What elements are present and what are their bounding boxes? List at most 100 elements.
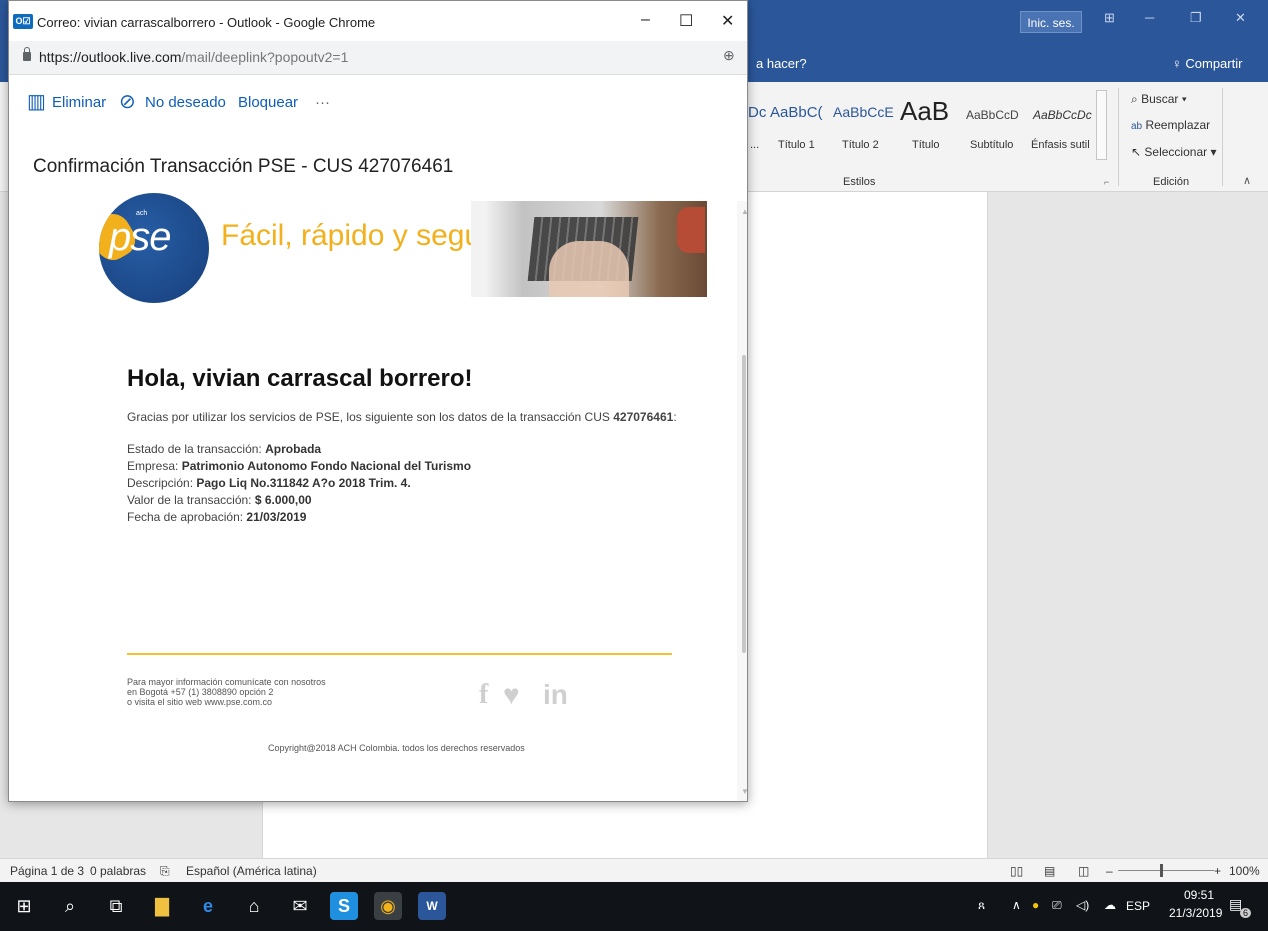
word-count[interactable]: 0 palabras <box>90 864 146 878</box>
windows-start-icon[interactable]: ⊞ <box>10 892 38 920</box>
ribbon-display-icon[interactable]: ⊞ <box>1104 10 1115 26</box>
cloud-icon[interactable]: ☁ <box>1104 898 1116 912</box>
style-sample-partial[interactable]: Dc <box>748 104 766 121</box>
scroll-down-icon[interactable]: ▼ <box>741 787 749 796</box>
style-name-subtitle: Subtítulo <box>970 139 1014 151</box>
delete-button[interactable]: Eliminar <box>52 94 106 111</box>
close-icon[interactable]: ✕ <box>1235 10 1246 26</box>
network-icon[interactable]: ⎚ <box>1052 898 1062 913</box>
trash-icon[interactable]: ▥ <box>27 89 46 114</box>
zoom-in-button[interactable]: + <box>1214 864 1221 878</box>
task-view-icon[interactable]: ⧉ <box>102 892 130 920</box>
detail-company: Empresa: Patrimonio Autonomo Fondo Nacio… <box>127 459 472 473</box>
footer-contact: Para mayor información comunícate con no… <box>127 677 326 707</box>
tell-me-text[interactable]: a hacer? <box>756 56 807 71</box>
popup-maximize-icon[interactable]: ☐ <box>679 11 693 31</box>
footer-divider <box>127 653 672 655</box>
replace-icon: ab <box>1131 121 1143 132</box>
chrome-icon[interactable]: ◉ <box>374 892 402 920</box>
more-options-button[interactable]: ··· <box>315 94 330 111</box>
read-mode-icon[interactable]: ▯▯ <box>1010 864 1023 878</box>
zoom-out-button[interactable]: – <box>1106 864 1113 878</box>
select-button[interactable]: ↖ Seleccionar ▾ <box>1131 145 1216 159</box>
style-name-heading1: Título 1 <box>778 139 815 151</box>
signin-button[interactable]: Inic. ses. <box>1020 11 1082 33</box>
notification-count: 6 <box>1240 908 1252 918</box>
detail-amount: Valor de la transacción: $ 6.000,00 <box>127 493 312 507</box>
style-sample-subtle-emphasis[interactable]: AaBbCcDc <box>1033 108 1092 122</box>
pse-logo-text: pse <box>109 215 171 259</box>
style-name-heading2: Título 2 <box>842 139 879 151</box>
taskbar: ⊞ ⌕ ⧉ ▇ e ⌂ ✉ S ◉ W ጸ ∧ ● ⎚ ◁) ☁ ESP 09:… <box>0 882 1268 931</box>
collapse-ribbon-icon[interactable]: ∧ <box>1243 174 1251 187</box>
zoom-magnifier-icon[interactable]: ⊕ <box>723 47 735 64</box>
block-button[interactable]: Bloquear <box>238 94 298 111</box>
find-button[interactable]: ⌕ Buscar ▾ <box>1131 92 1187 107</box>
detail-description: Descripción: Pago Liq No.311842 A?o 2018… <box>127 476 411 490</box>
style-name-partial: ... <box>750 139 760 151</box>
url-text[interactable]: https://outlook.live.com/mail/deeplink?p… <box>39 49 348 65</box>
outlook-popup-window: O☑ Correo: vivian carrascalborrero - Out… <box>8 0 749 802</box>
style-name-title: Título <box>912 139 940 151</box>
popup-close-icon[interactable]: ✕ <box>721 11 734 31</box>
style-sample-heading1[interactable]: AaBbC( <box>770 104 823 121</box>
coffee-cup-image <box>677 207 705 253</box>
cursor-icon: ↖ <box>1131 145 1142 159</box>
share-label: Compartir <box>1185 56 1243 71</box>
mail-icon[interactable]: ✉ <box>286 892 314 920</box>
proofing-icon[interactable]: ⎘ <box>160 864 170 879</box>
twitter-icon[interactable]: ♥ <box>503 679 520 711</box>
store-icon[interactable]: ⌂ <box>240 892 268 920</box>
popup-minimize-icon[interactable]: – <box>641 11 650 29</box>
editing-group-label: Edición <box>1153 176 1190 188</box>
scroll-up-icon[interactable]: ▲ <box>741 207 749 216</box>
style-sample-heading2[interactable]: AaBbCcE <box>833 104 894 120</box>
web-layout-icon[interactable]: ◫ <box>1078 864 1089 878</box>
zoom-slider-track[interactable] <box>1118 870 1214 871</box>
skype-icon[interactable]: S <box>330 892 358 920</box>
email-intro: Gracias por utilizar los servicios de PS… <box>127 410 677 424</box>
detail-status: Estado de la transacción: Aprobada <box>127 442 322 456</box>
message-scroll-thumb[interactable] <box>742 355 746 653</box>
minimize-icon[interactable]: ─ <box>1145 10 1154 25</box>
detail-approval-date: Fecha de aprobación: 21/03/2019 <box>127 510 307 524</box>
edge-icon[interactable]: e <box>194 892 222 920</box>
page-count[interactable]: Página 1 de 3 <box>10 864 84 878</box>
language-status[interactable]: Español (América latina) <box>186 864 317 878</box>
input-language[interactable]: ESP <box>1126 899 1150 913</box>
people-icon[interactable]: ጸ <box>978 898 985 913</box>
print-layout-icon[interactable]: ▤ <box>1044 864 1055 878</box>
style-name-subtle-emphasis: Énfasis sutil <box>1031 139 1090 151</box>
ribbon-divider <box>1222 88 1223 186</box>
typing-hands-image <box>549 241 629 297</box>
zoom-slider-thumb[interactable] <box>1160 864 1163 877</box>
tray-expand-icon[interactable]: ∧ <box>1012 898 1021 912</box>
search-icon: ⌕ <box>1131 92 1138 106</box>
share-button[interactable]: ♀ Compartir <box>1172 56 1242 71</box>
volume-icon[interactable]: ◁) <box>1076 898 1089 912</box>
lock-icon[interactable] <box>23 47 31 61</box>
style-sample-title[interactable]: AaB <box>900 96 949 127</box>
clock-time[interactable]: 09:51 <box>1184 888 1214 902</box>
styles-gallery-scroll[interactable] <box>1096 90 1107 160</box>
app-tray-icon[interactable]: ● <box>1032 898 1039 912</box>
search-icon[interactable]: ⌕ <box>56 892 84 920</box>
replace-button[interactable]: ab Reemplazar <box>1131 118 1210 132</box>
zoom-level[interactable]: 100% <box>1229 864 1260 878</box>
styles-group-label: Estilos <box>843 176 876 188</box>
person-icon: ♀ <box>1172 56 1182 71</box>
word-icon[interactable]: W <box>418 892 446 920</box>
pse-slogan: Fácil, rápido y seguro <box>221 219 508 252</box>
junk-button[interactable]: No deseado <box>145 94 226 111</box>
facebook-icon[interactable]: f <box>479 679 488 711</box>
email-subject: Confirmación Transacción PSE - CUS 42707… <box>33 156 454 177</box>
linkedin-icon[interactable]: in <box>543 679 568 711</box>
popup-window-title: Correo: vivian carrascalborrero - Outloo… <box>37 15 376 30</box>
clock-date[interactable]: 21/3/2019 <box>1169 906 1222 920</box>
outlook-logo: O☑ <box>13 14 33 29</box>
junk-icon[interactable]: ⊘ <box>119 89 136 114</box>
restore-icon[interactable]: ❐ <box>1190 10 1202 26</box>
styles-launcher-icon[interactable]: ⌐ <box>1104 177 1109 187</box>
file-explorer-icon[interactable]: ▇ <box>148 892 176 920</box>
style-sample-subtitle[interactable]: AaBbCcD <box>966 108 1019 122</box>
